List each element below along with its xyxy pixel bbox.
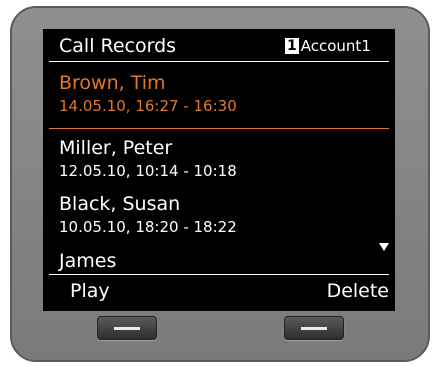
list-item[interactable]: Black, Susan 10.05.10, 18:20 - 18:22: [59, 193, 379, 236]
list-item[interactable]: James: [59, 250, 379, 272]
softkey-bar-icon: [301, 327, 327, 330]
list-item-selected[interactable]: Brown, Tim 14.05.10, 16:27 - 16:30: [59, 72, 379, 115]
record-name: James: [59, 250, 117, 272]
record-time: 12.05.10, 10:14 - 10:18: [59, 162, 237, 180]
left-softkey-button[interactable]: [97, 316, 157, 340]
account-label: Account1: [300, 37, 371, 55]
page-title: Call Records: [59, 35, 177, 57]
selection-divider: [49, 128, 389, 129]
record-name: Miller, Peter: [59, 137, 173, 159]
list-item[interactable]: Miller, Peter 12.05.10, 10:14 - 10:18: [59, 137, 379, 180]
account-indicator: 1 Account1: [285, 37, 371, 55]
record-time: 10.05.10, 18:20 - 18:22: [59, 218, 237, 236]
softkey-bar-icon: [114, 327, 140, 330]
display-screen: Call Records 1 Account1 Brown, Tim 14.05…: [43, 29, 395, 311]
screen-header: Call Records 1 Account1: [43, 29, 395, 61]
record-name: Black, Susan: [59, 193, 181, 215]
softkey-right-label[interactable]: Delete: [327, 280, 389, 302]
scroll-down-icon: [379, 243, 389, 251]
record-name: Brown, Tim: [59, 72, 166, 94]
softkey-bar: Play Delete: [49, 274, 389, 307]
softkey-left-label[interactable]: Play: [70, 280, 110, 302]
record-time: 14.05.10, 16:27 - 16:30: [59, 97, 237, 115]
header-divider: [49, 61, 389, 62]
right-softkey-button[interactable]: [284, 316, 344, 340]
account-number-badge: 1: [285, 38, 299, 54]
